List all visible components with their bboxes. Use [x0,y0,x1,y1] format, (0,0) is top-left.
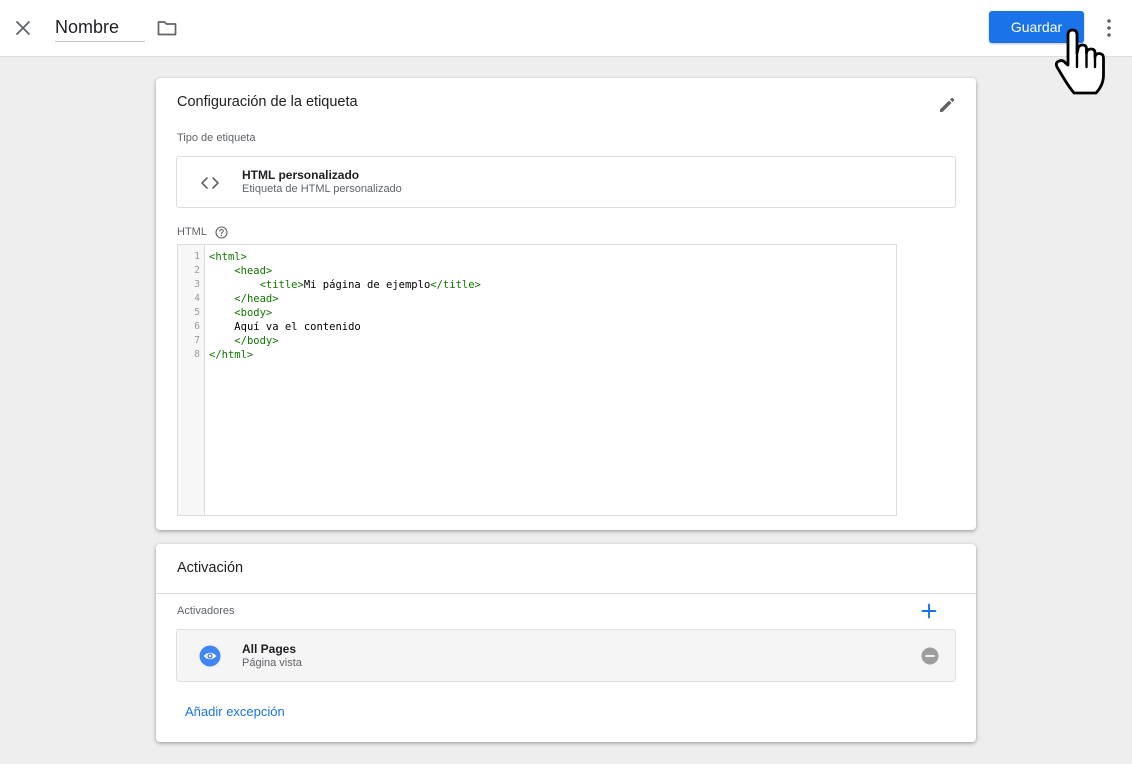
tag-type-label: Tipo de etiqueta [177,132,256,144]
divider [156,593,976,594]
more-vert-icon[interactable] [1100,16,1118,40]
code-tag: <title> [259,279,304,291]
tag-configuration-title: Configuración de la etiqueta [177,94,358,110]
code-line: <html> [209,250,481,264]
code-icon [201,177,219,189]
tag-type-name: HTML personalizado [242,168,360,182]
code-content: <html> <head> <title>Mi página de ejempl… [209,250,481,362]
html-label: HTML [177,226,207,238]
line-number: 3 [194,279,200,290]
code-line: </body> [209,334,481,348]
trigger-type: Página vista [242,657,302,669]
line-number-gutter: 1 2 3 4 5 6 7 8 [178,245,205,515]
plus-icon[interactable] [920,602,938,620]
tag-configuration-card: Configuración de la etiqueta Tipo de eti… [156,78,976,530]
trigger-name: All Pages [242,642,297,656]
line-number: 7 [194,335,200,346]
code-text: Mi página de ejemplo [303,279,431,291]
line-number: 4 [194,293,200,304]
remove-circle-icon[interactable] [921,647,939,665]
code-tag: </title> [430,279,481,291]
tag-type-description: Etiqueta de HTML personalizado [242,183,402,195]
code-line: </html> [209,348,481,362]
line-number: 8 [194,349,200,360]
code-text: Aquí va el contenido [234,321,361,333]
code-tag: </html> [209,349,254,361]
folder-icon[interactable] [156,17,178,39]
pencil-icon[interactable] [936,94,958,116]
triggers-label: Activadores [177,605,235,617]
line-number: 1 [194,251,200,262]
eye-icon [199,645,221,667]
triggering-title: Activación [177,560,244,576]
code-line: <body> [209,306,481,320]
triggering-card: Activación Activadores All Pages Página … [156,544,976,742]
code-tag: <html> [209,251,247,263]
line-number: 6 [194,321,200,332]
save-button[interactable]: Guardar [989,11,1084,43]
code-tag: </head> [234,293,279,305]
code-line: <head> [209,264,481,278]
code-line: Aquí va el contenido [209,320,481,334]
code-tag: <head> [234,265,273,277]
line-number: 2 [194,265,200,276]
trigger-row[interactable]: All Pages Página vista [176,629,956,682]
help-icon[interactable] [215,226,228,239]
code-line: </head> [209,292,481,306]
html-code-editor[interactable]: 1 2 3 4 5 6 7 8 <html> <head> <title>Mi página … [177,244,897,516]
code-line: <title>Mi página de ejemplo</title> [209,278,481,292]
code-tag: <body> [234,307,273,319]
tag-type-selector[interactable]: HTML personalizado Etiqueta de HTML pers… [176,156,956,208]
add-exception-link[interactable]: Añadir excepción [185,704,285,719]
tag-name-input[interactable] [55,14,145,42]
code-tag: </body> [234,335,279,347]
top-bar: Guardar [0,0,1132,57]
line-number: 5 [194,307,200,318]
close-icon[interactable] [12,17,34,39]
